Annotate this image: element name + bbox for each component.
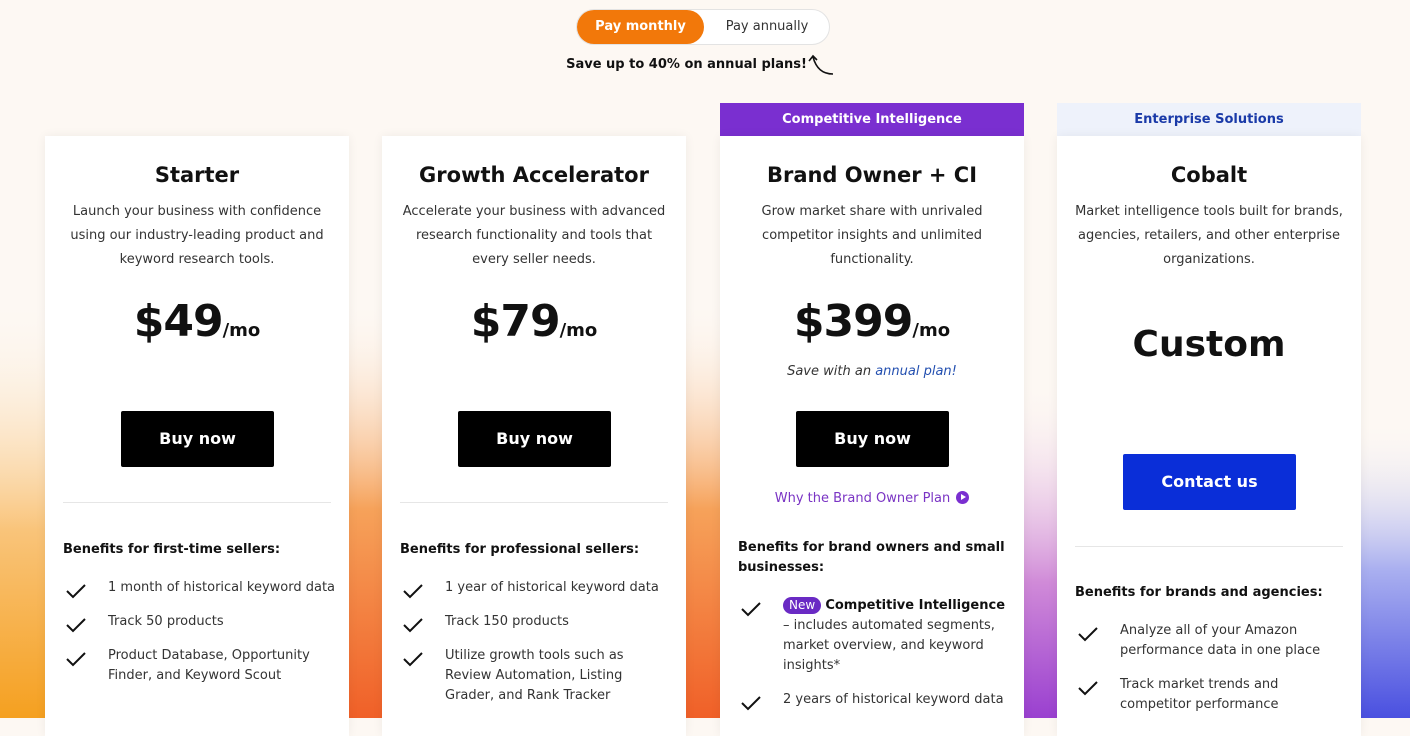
plan-description: Grow market share with unrivaled competi… [761, 204, 983, 267]
plan-card-starter: Starter Launch your business with confid… [45, 136, 349, 736]
list-item: Track 150 products [400, 612, 672, 633]
price-period: /mo [559, 320, 598, 341]
list-item: 1 year of historical keyword data [400, 578, 672, 599]
benefit-text: Track 50 products [108, 614, 224, 629]
ci-feature-title: Competitive Intelligence [825, 598, 1006, 613]
plan-price: $49/mo [45, 296, 349, 347]
benefits-title: Benefits for brand owners and small busi… [738, 540, 1005, 575]
divider [1075, 546, 1343, 547]
plan-name: Growth Accelerator [419, 163, 649, 187]
benefit-text: Analyze all of your Amazon performance d… [1120, 623, 1321, 658]
competitive-intelligence-banner: Competitive Intelligence [720, 103, 1024, 136]
plan-price: $399/mo [720, 296, 1024, 347]
price-period: /mo [912, 320, 951, 341]
benefit-text: Utilize growth tools such as Review Auto… [445, 648, 624, 703]
billing-toggle: Pay monthly Pay annually [576, 9, 830, 45]
price-amount: $399 [793, 296, 913, 347]
benefit-text: 2 years of historical keyword data [783, 692, 1004, 707]
plan-card-brand-owner-ci: Brand Owner + CI Grow market share with … [720, 136, 1024, 736]
check-icon [66, 652, 86, 667]
check-icon [66, 618, 86, 633]
save-prefix: Save with an [787, 364, 872, 379]
list-item: Track market trends and competitor perfo… [1075, 675, 1347, 715]
plan-card-cobalt: Cobalt Market intelligence tools built f… [1057, 136, 1361, 736]
annual-plan-note: Save with an annual plan! [720, 364, 1024, 379]
buy-now-button[interactable]: Buy now [121, 411, 274, 467]
list-item: 2 years of historical keyword data [738, 690, 1010, 711]
benefit-text: 1 month of historical keyword data [108, 580, 336, 595]
price-amount: $49 [133, 296, 224, 347]
check-icon [741, 602, 761, 617]
divider [63, 502, 331, 503]
benefits-title: Benefits for professional sellers: [400, 542, 640, 557]
plan-name: Cobalt [1170, 163, 1248, 187]
buy-now-button[interactable]: Buy now [458, 411, 611, 467]
contact-us-button[interactable]: Contact us [1123, 454, 1296, 510]
benefits-title: Benefits for brands and agencies: [1075, 585, 1323, 600]
plan-description: Market intelligence tools built for bran… [1075, 204, 1343, 267]
benefits-list: New Competitive Intelligence – includes … [738, 596, 1010, 724]
why-brand-owner-link[interactable]: Why the Brand Owner Plan [720, 491, 1024, 506]
play-icon [956, 491, 970, 504]
price-amount: Custom [1132, 324, 1286, 365]
check-icon [403, 618, 423, 633]
benefit-text: Product Database, Opportunity Finder, an… [108, 648, 310, 683]
plan-price: $79/mo [382, 296, 686, 347]
check-icon [1078, 681, 1098, 696]
benefit-text: 1 year of historical keyword data [445, 580, 659, 595]
plan-description: Accelerate your business with advanced r… [402, 204, 666, 267]
annual-savings-note: Save up to 40% on annual plans! [566, 57, 807, 72]
plan-name: Starter [154, 163, 240, 187]
check-icon [66, 584, 86, 599]
check-icon [403, 652, 423, 667]
plan-name: Brand Owner + CI [766, 163, 978, 187]
annual-plan-link[interactable]: annual plan! [875, 364, 957, 379]
price-period: /mo [222, 320, 261, 341]
check-icon [741, 696, 761, 711]
plan-card-growth-accelerator: Growth Accelerator Accelerate your busin… [382, 136, 686, 736]
enterprise-solutions-banner: Enterprise Solutions [1057, 103, 1361, 136]
pay-monthly-option[interactable]: Pay monthly [577, 10, 704, 44]
why-link-text: Why the Brand Owner Plan [774, 491, 951, 506]
price-amount: $79 [470, 296, 561, 347]
check-icon [1078, 627, 1098, 642]
list-item: Product Database, Opportunity Finder, an… [63, 646, 335, 686]
check-icon [403, 584, 423, 599]
pay-annually-option[interactable]: Pay annually [704, 10, 830, 44]
list-item: 1 month of historical keyword data [63, 578, 336, 599]
benefits-title: Benefits for first-time sellers: [63, 542, 281, 557]
plan-description: Launch your business with confidence usi… [70, 204, 324, 267]
plan-price: Custom [1057, 324, 1361, 365]
list-item: Utilize growth tools such as Review Auto… [400, 646, 672, 706]
list-item: Track 50 products [63, 612, 335, 633]
list-item: New Competitive Intelligence – includes … [738, 596, 1010, 676]
benefits-list: Analyze all of your Amazon performance d… [1075, 621, 1347, 729]
list-item: Analyze all of your Amazon performance d… [1075, 621, 1347, 661]
buy-now-button[interactable]: Buy now [796, 411, 949, 467]
new-badge: New [783, 597, 822, 614]
benefit-text: Track market trends and competitor perfo… [1120, 677, 1279, 712]
benefits-list: 1 year of historical keyword data Track … [400, 578, 672, 720]
curved-arrow-icon [808, 54, 834, 75]
benefit-text: Track 150 products [445, 614, 569, 629]
ci-feature-desc: – includes automated segments, market ov… [783, 618, 995, 673]
divider [400, 502, 668, 503]
benefits-list: 1 month of historical keyword data Track… [63, 578, 335, 700]
